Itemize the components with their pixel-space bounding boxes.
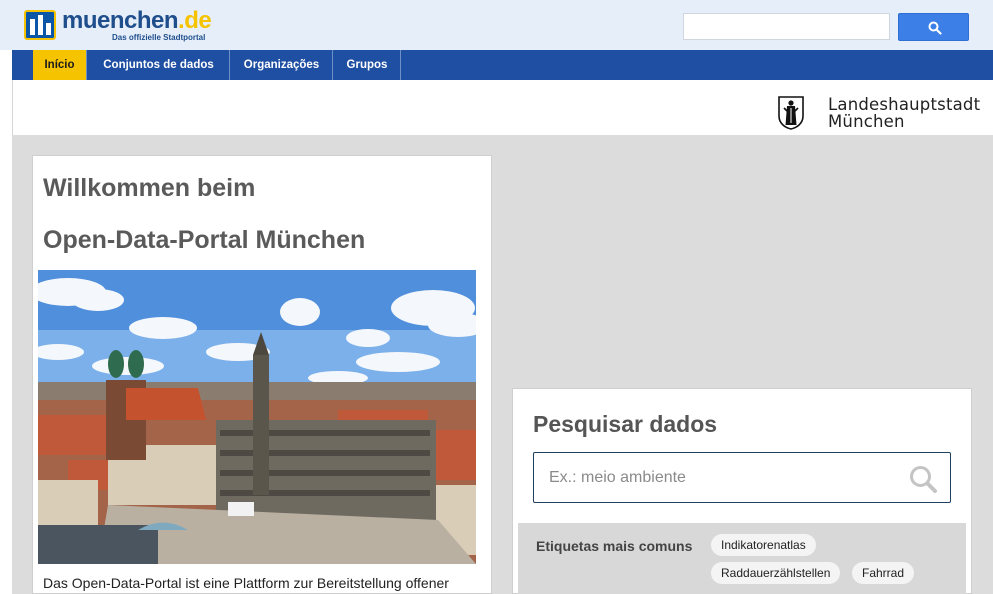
logo-subtitle: Das offizielle Stadtportal	[112, 33, 206, 42]
nav-item-inicio[interactable]: Início	[33, 50, 87, 80]
welcome-title-line1: Willkommen beim	[43, 174, 256, 202]
muenchen-logo[interactable]: muenchen.de Das offizielle Stadtportal	[24, 8, 224, 44]
tag-indikatorenatlas[interactable]: Indikatorenatlas	[711, 534, 816, 556]
city-brand-strip: Landeshauptstadt München	[12, 80, 993, 135]
city-name: Landeshauptstadt München	[828, 96, 980, 130]
popular-tags-label: Etiquetas mais comuns	[536, 538, 693, 554]
munich-coat-of-arms-icon[interactable]	[778, 96, 804, 130]
tag-fahrrad[interactable]: Fahrrad	[852, 562, 915, 584]
logo-wordmark: muenchen.de	[62, 7, 212, 34]
nav-item-conjuntos-de-dados[interactable]: Conjuntos de dados	[88, 50, 230, 80]
nav-item-organizacoes[interactable]: Organizações	[231, 50, 333, 80]
welcome-intro-text: Das Open-Data-Portal ist eine Plattform …	[43, 575, 449, 591]
search-heading: Pesquisar dados	[533, 411, 718, 437]
tag-raddauerzaehlstellen[interactable]: Raddauerzählstellen	[711, 562, 841, 584]
city-name-line1: Landeshauptstadt	[828, 95, 981, 114]
site-header: muenchen.de Das offizielle Stadtportal	[0, 0, 993, 50]
popular-tags: Etiquetas mais comuns Indikatorenatlas R…	[518, 523, 966, 594]
munich-cityscape-photo	[38, 270, 476, 564]
header-search-input[interactable]	[683, 13, 890, 40]
header-search-button[interactable]	[898, 13, 969, 41]
search-icon[interactable]	[909, 465, 937, 493]
main-navigation: Início Conjuntos de dados Organizações G…	[12, 50, 993, 80]
search-data-panel: Pesquisar dados Etiquetas mais comuns In…	[512, 388, 972, 594]
city-name-line2: München	[828, 112, 905, 131]
dataset-search-input[interactable]	[533, 452, 951, 503]
welcome-title-line2: Open-Data-Portal München	[43, 226, 366, 254]
search-icon	[928, 21, 942, 35]
nav-item-grupos[interactable]: Grupos	[334, 50, 401, 80]
logo-mark-icon	[24, 10, 56, 40]
welcome-panel: Willkommen beim Open-Data-Portal München	[32, 155, 492, 594]
